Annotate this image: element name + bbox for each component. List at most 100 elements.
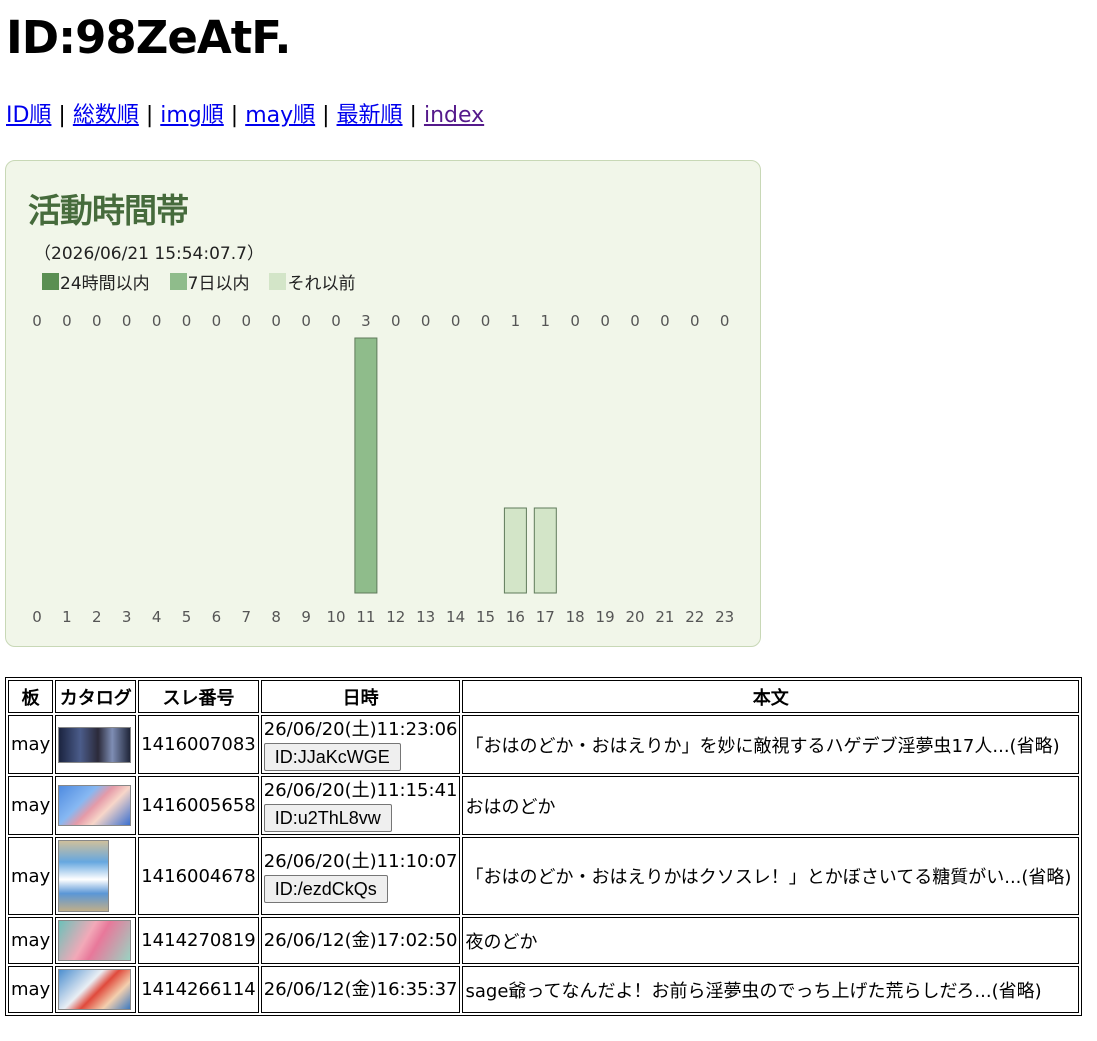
bar-count-label: 0: [570, 312, 580, 330]
x-tick-label: 2: [92, 608, 102, 626]
x-tick-label: 14: [446, 608, 465, 626]
legend-item: 7日以内: [169, 269, 250, 294]
datetime-text: 26/06/12(金)17:02:50: [263, 929, 458, 951]
nav-link-1[interactable]: 総数順: [73, 103, 139, 128]
nav-separator: |: [315, 103, 337, 128]
x-tick-label: 19: [596, 608, 615, 626]
nav-link-5[interactable]: index: [424, 103, 484, 128]
x-tick-label: 7: [242, 608, 252, 626]
bar-count-label: 0: [331, 312, 341, 330]
bar-count-label: 0: [152, 312, 162, 330]
catalog-cell: [55, 837, 137, 915]
nav-link-4[interactable]: 最新順: [337, 103, 403, 128]
legend-item: 24時間以内: [42, 269, 150, 294]
x-tick-label: 16: [506, 608, 525, 626]
bar-count-label: 0: [271, 312, 281, 330]
bar-count-label: 0: [600, 312, 610, 330]
chart-legend: 24時間以内 7日以内 それ以前: [42, 269, 375, 294]
bar-count-label: 0: [301, 312, 311, 330]
table-row: may 1416007083 26/06/20(土)11:23:06 ID:JJaKc…: [8, 715, 1079, 774]
bar-count-label: 1: [511, 312, 521, 330]
board-cell: may: [8, 966, 54, 1013]
datetime-cell: 26/06/20(土)11:23:06 ID:JJaKcWGE: [260, 715, 461, 774]
nav-separator: |: [51, 103, 73, 128]
bar-count-label: 0: [720, 312, 730, 330]
x-tick-label: 4: [152, 608, 162, 626]
x-tick-label: 15: [476, 608, 495, 626]
bar-hour-17: [533, 507, 557, 594]
activity-timestamp: （2026/06/21 15:54:07.7）: [34, 244, 264, 264]
thread-number-cell: 1416005658: [138, 776, 259, 835]
nav-separator: |: [402, 103, 424, 128]
thread-thumbnail[interactable]: [58, 920, 132, 961]
page-title: ID:98ZeAtF.: [6, 11, 291, 64]
thread-number-cell: 1414270819: [138, 917, 259, 964]
id-button[interactable]: ID:u2ThL8vw: [263, 804, 392, 832]
datetime-text: 26/06/20(土)11:15:41: [263, 780, 458, 801]
nav-link-3[interactable]: may順: [245, 103, 315, 128]
header-board: 板: [8, 680, 54, 713]
legend-label: それ以前: [287, 274, 356, 294]
x-tick-label: 17: [536, 608, 555, 626]
board-cell: may: [8, 917, 54, 964]
x-tick-label: 8: [271, 608, 281, 626]
x-tick-label: 0: [32, 608, 42, 626]
x-tick-label: 3: [122, 608, 132, 626]
datetime-text: 26/06/12(金)16:35:37: [263, 978, 458, 1000]
bar-hour-11: [354, 337, 378, 594]
nav-separator: |: [138, 103, 161, 128]
datetime-cell: 26/06/20(土)11:15:41 ID:u2ThL8vw: [260, 776, 461, 835]
table-row: may 1416004678 26/06/20(土)11:10:07 ID:/ezdC…: [8, 837, 1079, 915]
table-header-row: 板カタログ スレ番号 日時 本文: [8, 680, 1079, 713]
thread-thumbnail[interactable]: [58, 840, 110, 912]
bar-count-label: 0: [481, 312, 491, 330]
legend-label: 7日以内: [187, 274, 250, 294]
bar-count-label: 1: [541, 312, 551, 330]
table-body: may 1416007083 26/06/20(土)11:23:06 ID:JJaKc…: [8, 715, 1079, 1013]
bar-count-label: 0: [660, 312, 670, 330]
thread-number-cell: 1414266114: [138, 966, 259, 1013]
header-thread-number: スレ番号: [138, 680, 259, 713]
x-tick-label: 22: [685, 608, 704, 626]
body-cell: sage爺ってなんだよ！お前ら淫夢虫のでっち上げた荒らしだろ...(省略): [462, 966, 1079, 1013]
board-cell: may: [8, 715, 54, 774]
x-tick-label: 20: [625, 608, 644, 626]
x-tick-label: 11: [356, 608, 375, 626]
thread-thumbnail[interactable]: [58, 969, 132, 1010]
board-cell: may: [8, 776, 54, 835]
catalog-cell: [55, 776, 137, 835]
datetime-cell: 26/06/20(土)11:10:07 ID:/ezdCkQs: [260, 837, 461, 915]
catalog-cell: [55, 917, 137, 964]
bar-count-label: 0: [421, 312, 431, 330]
bar-count-label: 0: [242, 312, 252, 330]
bar-count-label: 0: [122, 312, 132, 330]
body-cell: 夜のどか: [462, 917, 1079, 964]
bar-count-label: 0: [690, 312, 700, 330]
x-tick-label: 10: [326, 608, 345, 626]
nav-link-2[interactable]: img順: [160, 103, 224, 128]
nav-link-0[interactable]: ID順: [6, 103, 51, 128]
thread-thumbnail[interactable]: [58, 785, 132, 826]
board-cell: may: [8, 837, 54, 915]
table-row: may 1414266114 26/06/12(金)16:35:37 sage爺ってな…: [8, 966, 1079, 1013]
x-tick-label: 5: [182, 608, 192, 626]
id-button[interactable]: ID:JJaKcWGE: [263, 743, 401, 771]
legend-swatch: [269, 273, 287, 290]
table-row: may 1416005658 26/06/20(土)11:15:41 ID:u2ThL…: [8, 776, 1079, 835]
bar-hour-16: [503, 507, 527, 594]
x-tick-label: 12: [386, 608, 405, 626]
bar-count-label: 0: [62, 312, 72, 330]
thread-number-cell: 1416007083: [138, 715, 259, 774]
legend-item: それ以前: [269, 269, 355, 294]
header-catalog: カタログ: [55, 680, 137, 713]
thread-number-cell: 1416004678: [138, 837, 259, 915]
x-tick-label: 18: [566, 608, 585, 626]
body-cell: おはのどか: [462, 776, 1079, 835]
x-tick-label: 9: [301, 608, 311, 626]
table-row: may 1414270819 26/06/12(金)17:02:50 夜のどか: [8, 917, 1079, 964]
x-tick-label: 13: [416, 608, 435, 626]
datetime-text: 26/06/20(土)11:10:07: [263, 850, 458, 872]
body-cell: 「おはのどか・おはえりかはクソスレ！」とかぼさいてる糖質がい...(省略): [462, 837, 1079, 915]
thread-thumbnail[interactable]: [58, 726, 132, 763]
id-button[interactable]: ID:/ezdCkQs: [263, 874, 388, 903]
